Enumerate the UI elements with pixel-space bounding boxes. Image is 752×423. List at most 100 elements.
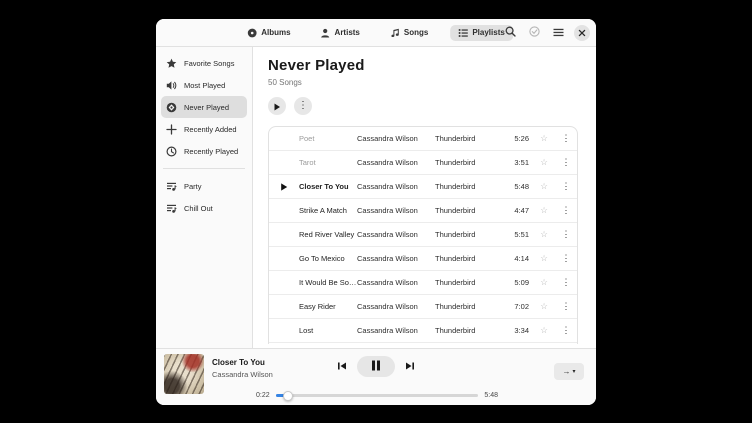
sidebar-item-never-played[interactable]: Never Played — [161, 96, 247, 118]
song-title: It Would Be So Easy — [299, 278, 357, 287]
playlist-icon — [166, 181, 177, 192]
song-album: Thunderbird — [435, 182, 501, 191]
sidebar-item-most-played[interactable]: Most Played — [161, 74, 247, 96]
sidebar-item-label: Chill Out — [184, 204, 213, 213]
play-icon — [273, 99, 281, 114]
song-count: 50 Songs — [268, 78, 596, 87]
playlists-icon — [458, 28, 468, 38]
sidebar-item-label: Party — [184, 182, 202, 191]
sidebar: Favorite SongsMost PlayedNever PlayedRec… — [156, 47, 253, 348]
sidebar-item-chill-out[interactable]: Chill Out — [161, 197, 247, 219]
song-album: Thunderbird — [435, 134, 501, 143]
song-menu-button[interactable]: ⋮ — [555, 157, 577, 168]
song-artist: Cassandra Wilson — [357, 206, 435, 215]
menu-button[interactable] — [550, 25, 566, 41]
favorite-star-icon[interactable]: ☆ — [533, 133, 555, 144]
previous-icon — [337, 359, 347, 374]
song-row[interactable]: It Would Be So EasyCassandra WilsonThund… — [269, 271, 577, 295]
song-row[interactable]: Go To MexicoCassandra WilsonThunderbird4… — [269, 247, 577, 271]
playlist-view: Never Played 50 Songs ⋮ PoetCassandra Wi… — [253, 47, 596, 348]
sidebar-item-party[interactable]: Party — [161, 175, 247, 197]
song-row[interactable]: PoetCassandra WilsonThunderbird5:26☆⋮ — [269, 127, 577, 151]
tab-label: Songs — [404, 28, 428, 37]
album-art — [164, 354, 204, 394]
sidebar-item-recently-added[interactable]: Recently Added — [161, 118, 247, 140]
music-app-window: AlbumsArtistsSongsPlaylists Favorite Son… — [156, 19, 596, 405]
song-duration: 5:51 — [501, 230, 533, 239]
sidebar-item-label: Favorite Songs — [184, 59, 234, 68]
favorite-star-icon[interactable]: ☆ — [533, 253, 555, 264]
song-menu-button[interactable]: ⋮ — [555, 253, 577, 264]
close-button[interactable] — [574, 25, 590, 41]
search-button[interactable] — [502, 25, 518, 41]
song-menu-button[interactable]: ⋮ — [555, 205, 577, 216]
song-row[interactable]: TarotCassandra WilsonThunderbird3:51☆⋮ — [269, 151, 577, 175]
song-menu-button[interactable]: ⋮ — [555, 277, 577, 288]
song-row[interactable]: Strike A MatchCassandra WilsonThunderbir… — [269, 199, 577, 223]
song-album: Thunderbird — [435, 206, 501, 215]
playlist-menu-button[interactable]: ⋮ — [294, 97, 312, 115]
next-icon — [405, 359, 415, 374]
song-title: Lost — [299, 326, 357, 335]
song-row[interactable]: Red River ValleyCassandra WilsonThunderb… — [269, 223, 577, 247]
favorite-star-icon[interactable]: ☆ — [533, 301, 555, 312]
tab-label: Artists — [335, 28, 360, 37]
song-duration: 3:51 — [501, 158, 533, 167]
favorite-star-icon[interactable]: ☆ — [533, 277, 555, 288]
favorite-star-icon[interactable]: ☆ — [533, 325, 555, 336]
tab-artists[interactable]: Artists — [313, 25, 368, 41]
sidebar-divider — [163, 168, 245, 169]
song-duration: 5:48 — [501, 182, 533, 191]
seek-handle[interactable] — [283, 391, 293, 401]
song-menu-button[interactable]: ⋮ — [555, 181, 577, 192]
song-duration: 4:14 — [501, 254, 533, 263]
kebab-icon: ⋮ — [298, 101, 308, 111]
playback-controls — [337, 356, 415, 377]
previous-track-button[interactable] — [337, 359, 347, 374]
plus-icon — [166, 124, 177, 135]
seek-slider[interactable] — [276, 394, 479, 397]
song-menu-button[interactable]: ⋮ — [555, 301, 577, 312]
song-row[interactable]: Easy RiderCassandra WilsonThunderbird7:0… — [269, 295, 577, 319]
song-album: Thunderbird — [435, 326, 501, 335]
song-album: Thunderbird — [435, 302, 501, 311]
pause-icon — [371, 359, 381, 374]
tab-label: Albums — [261, 28, 290, 37]
song-menu-button[interactable]: ⋮ — [555, 325, 577, 336]
song-album: Thunderbird — [435, 158, 501, 167]
tab-albums[interactable]: Albums — [239, 25, 298, 41]
song-title: Poet — [299, 134, 357, 143]
now-playing-indicator-icon — [269, 183, 299, 191]
page-title: Never Played — [268, 57, 596, 74]
play-playlist-button[interactable] — [268, 97, 286, 115]
song-duration: 5:09 — [501, 278, 533, 287]
favorite-star-icon[interactable]: ☆ — [533, 229, 555, 240]
now-playing-info: Closer To You Cassandra Wilson — [212, 358, 273, 379]
song-list: PoetCassandra WilsonThunderbird5:26☆⋮Tar… — [268, 126, 578, 344]
song-duration: 7:02 — [501, 302, 533, 311]
speaker-icon — [166, 80, 177, 91]
select-mode-button[interactable] — [526, 25, 542, 41]
song-menu-button[interactable]: ⋮ — [555, 133, 577, 144]
favorite-star-icon[interactable]: ☆ — [533, 157, 555, 168]
pause-button[interactable] — [357, 356, 395, 377]
repeat-mode-button[interactable]: → ▾ — [554, 363, 584, 380]
sidebar-item-favorite-songs[interactable]: Favorite Songs — [161, 52, 247, 74]
song-artist: Cassandra Wilson — [357, 278, 435, 287]
sidebar-item-recently-played[interactable]: Recently Played — [161, 140, 247, 162]
song-title: Red River Valley — [299, 230, 357, 239]
tab-songs[interactable]: Songs — [382, 25, 436, 41]
chevron-down-icon: ▾ — [572, 368, 575, 375]
hamburger-icon — [553, 25, 564, 40]
favorite-star-icon[interactable]: ☆ — [533, 181, 555, 192]
song-row[interactable]: LostCassandra WilsonThunderbird3:34☆⋮ — [269, 319, 577, 343]
song-artist: Cassandra Wilson — [357, 230, 435, 239]
songs-icon — [390, 28, 400, 38]
song-menu-button[interactable]: ⋮ — [555, 229, 577, 240]
song-row[interactable]: Closer To YouCassandra WilsonThunderbird… — [269, 175, 577, 199]
next-track-button[interactable] — [405, 359, 415, 374]
favorite-star-icon[interactable]: ☆ — [533, 205, 555, 216]
player-bar: Closer To You Cassandra Wilson — [156, 348, 596, 405]
total-time: 5:48 — [484, 392, 498, 399]
consecutive-arrow-icon: → — [562, 367, 570, 376]
